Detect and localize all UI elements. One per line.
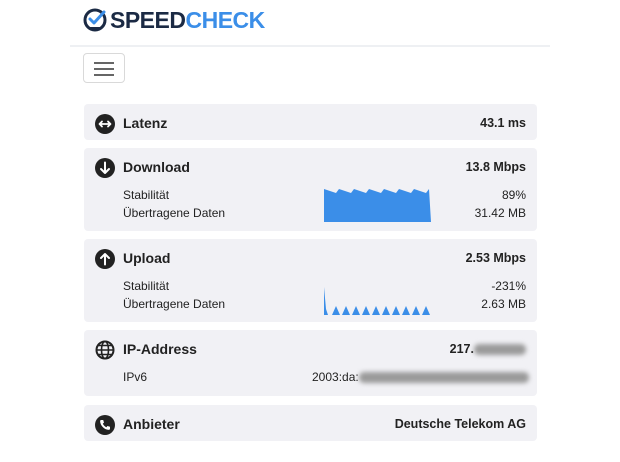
- ip-address-label: IP-Address: [123, 341, 197, 357]
- upload-label: Upload: [123, 250, 171, 266]
- ipv6-value: 2003:da:: [312, 370, 529, 384]
- ipv4-value: 217.: [450, 342, 526, 356]
- upload-value: 2.53 Mbps: [465, 251, 526, 265]
- menu-toggle-button[interactable]: [83, 53, 125, 83]
- download-data-label: Übertragene Daten: [123, 206, 226, 220]
- redacted-ip: [474, 344, 526, 356]
- globe-icon: [95, 340, 115, 360]
- arrows-horizontal-icon: [95, 114, 115, 134]
- hamburger-icon: [94, 62, 114, 64]
- speedcheck-logo-icon: [83, 8, 107, 32]
- header: SPEEDCHECK: [70, 0, 550, 47]
- arrow-down-circle-icon: [95, 158, 115, 178]
- speedcheck-logo[interactable]: SPEEDCHECK: [83, 8, 265, 32]
- logo-text: SPEEDCHECK: [110, 7, 265, 33]
- latency-card: Latenz 43.1 ms: [84, 104, 537, 140]
- upload-data-label: Übertragene Daten: [123, 297, 226, 311]
- upload-card: Upload 2.53 Mbps Stabilität -231% Übertr…: [84, 239, 537, 322]
- upload-stability-value: -231%: [491, 279, 526, 293]
- latency-label: Latenz: [123, 115, 168, 131]
- download-speed-graph: [324, 189, 431, 222]
- download-stability-label: Stabilität: [123, 188, 170, 202]
- upload-stability-label: Stabilität: [123, 279, 170, 293]
- download-card: Download 13.8 Mbps Stabilität 89% Übertr…: [84, 148, 537, 231]
- ipv4-prefix: 217.: [449, 342, 474, 356]
- download-stability-value: 89%: [501, 188, 526, 202]
- provider-value: Deutsche Telekom AG: [394, 417, 526, 431]
- provider-label: Anbieter: [123, 416, 180, 432]
- redacted-ip: [358, 372, 529, 384]
- provider-card: Anbieter Deutsche Telekom AG: [84, 405, 537, 441]
- phone-icon: [95, 415, 115, 435]
- latency-value: 43.1 ms: [480, 116, 526, 130]
- download-data-value: 31.42 MB: [474, 206, 526, 220]
- upload-speed-graph: [324, 287, 431, 315]
- upload-data-value: 2.63 MB: [481, 297, 526, 311]
- hamburger-icon: [94, 74, 114, 76]
- download-label: Download: [123, 159, 190, 175]
- ipv6-prefix: 2003:da:: [312, 370, 359, 384]
- arrow-up-circle-icon: [95, 249, 115, 269]
- ip-address-card: IP-Address 217. IPv6 2003:da:: [84, 330, 537, 396]
- ipv6-label: IPv6: [123, 370, 148, 384]
- hamburger-icon: [94, 68, 114, 70]
- download-value: 13.8 Mbps: [465, 160, 526, 174]
- upload-graph-area: [324, 287, 431, 315]
- download-graph-area: [324, 189, 431, 222]
